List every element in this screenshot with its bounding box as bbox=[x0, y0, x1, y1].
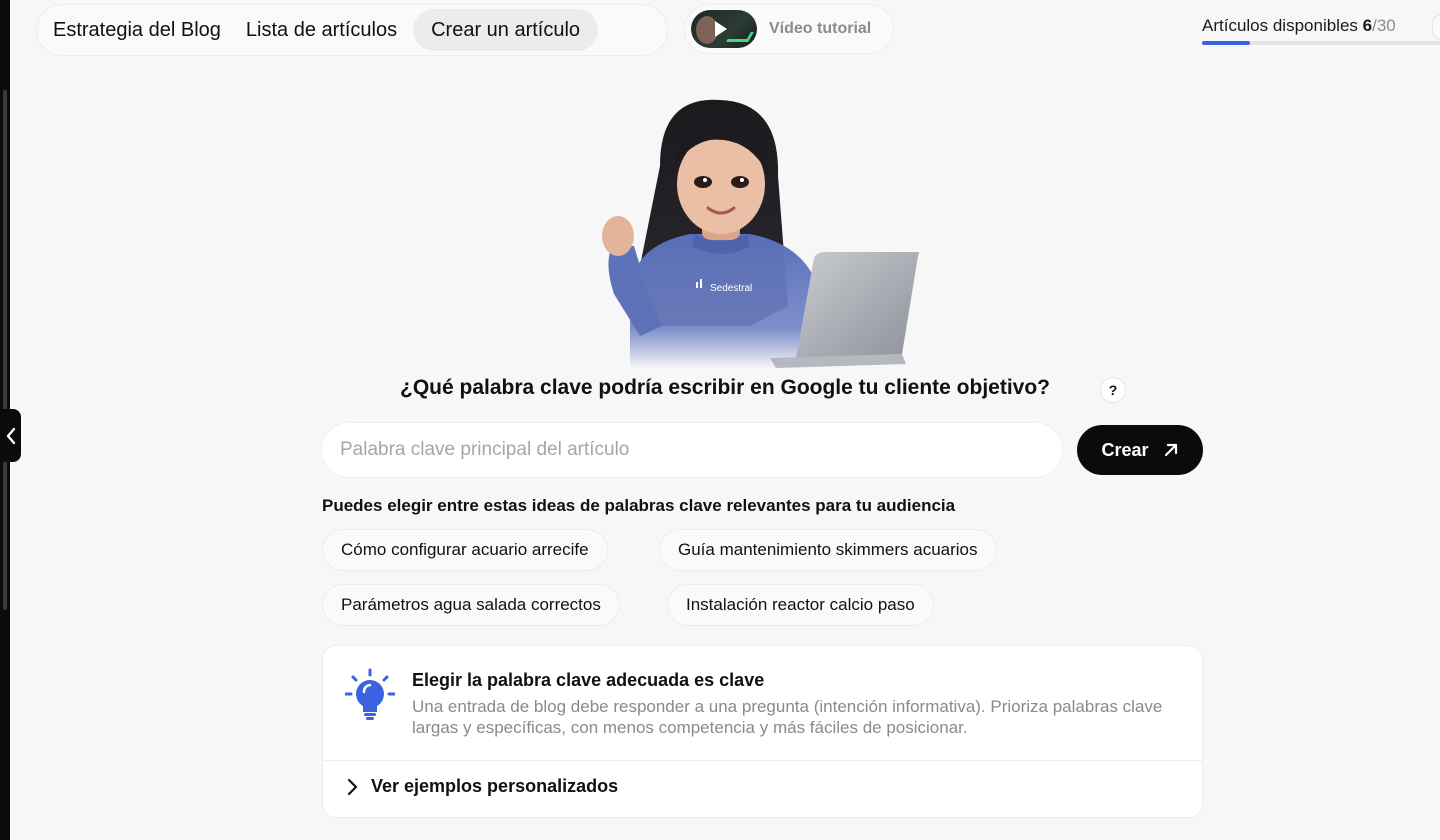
trend-icon bbox=[726, 32, 754, 42]
available-articles-label: Artículos disponibles bbox=[1202, 16, 1358, 35]
collapse-sidebar-button[interactable] bbox=[0, 409, 21, 462]
arrow-up-right-icon bbox=[1164, 443, 1177, 457]
scrollbar[interactable] bbox=[3, 90, 7, 610]
chevron-left-icon bbox=[6, 427, 15, 444]
video-tutorial-label: Vídeo tutorial bbox=[769, 20, 872, 37]
personalized-examples-toggle[interactable]: Ver ejemplos personalizados bbox=[345, 776, 618, 797]
tab-blog-strategy[interactable]: Estrategia del Blog bbox=[45, 9, 229, 51]
keyword-idea-chip[interactable]: Cómo configurar acuario arrecife bbox=[322, 529, 608, 571]
shirt-brand-text: Sedestral bbox=[710, 283, 752, 294]
divider bbox=[323, 760, 1202, 761]
tab-article-list[interactable]: Lista de artículos bbox=[238, 9, 405, 51]
keyword-ideas-title: Puedes elegir entre estas ideas de palab… bbox=[322, 496, 956, 515]
keyword-tip-card: Elegir la palabra clave adecuada es clav… bbox=[322, 645, 1203, 818]
video-tutorial-button[interactable]: Vídeo tutorial bbox=[684, 4, 894, 54]
available-articles-progress-fill bbox=[1202, 41, 1250, 45]
lightbulb-icon bbox=[345, 668, 395, 720]
assistant-avatar-illustration: Sedestral bbox=[602, 99, 919, 368]
tab-create-article[interactable]: Crear un artículo bbox=[413, 9, 599, 51]
main-tabs: Estrategia del Blog Lista de artículos C… bbox=[36, 4, 668, 56]
keyword-question: ¿Qué palabra clave podría escribir en Go… bbox=[400, 376, 1050, 399]
play-icon bbox=[715, 21, 727, 37]
cut-off-button[interactable] bbox=[1432, 14, 1440, 40]
available-articles-total: /30 bbox=[1372, 16, 1396, 35]
keyword-input[interactable] bbox=[322, 423, 1062, 477]
available-articles: Artículos disponibles 6/30 bbox=[1202, 16, 1396, 36]
create-button-label: Crear bbox=[1101, 439, 1149, 460]
keyword-idea-chip[interactable]: Instalación reactor calcio paso bbox=[667, 584, 934, 626]
keyword-idea-chip[interactable]: Parámetros agua salada correctos bbox=[322, 584, 620, 626]
tip-title: Elegir la palabra clave adecuada es clav… bbox=[412, 670, 765, 690]
available-articles-used: 6 bbox=[1362, 16, 1373, 35]
chevron-right-icon bbox=[347, 778, 358, 795]
personalized-examples-label: Ver ejemplos personalizados bbox=[371, 776, 619, 796]
tip-body: Una entrada de blog debe responder a una… bbox=[412, 697, 1163, 737]
create-button[interactable]: Crear bbox=[1077, 425, 1203, 475]
video-thumbnail bbox=[691, 10, 757, 48]
help-icon[interactable]: ? bbox=[1100, 377, 1126, 403]
keyword-idea-chip[interactable]: Guía mantenimiento skimmers acuarios bbox=[659, 529, 997, 571]
available-articles-progress bbox=[1202, 41, 1440, 45]
